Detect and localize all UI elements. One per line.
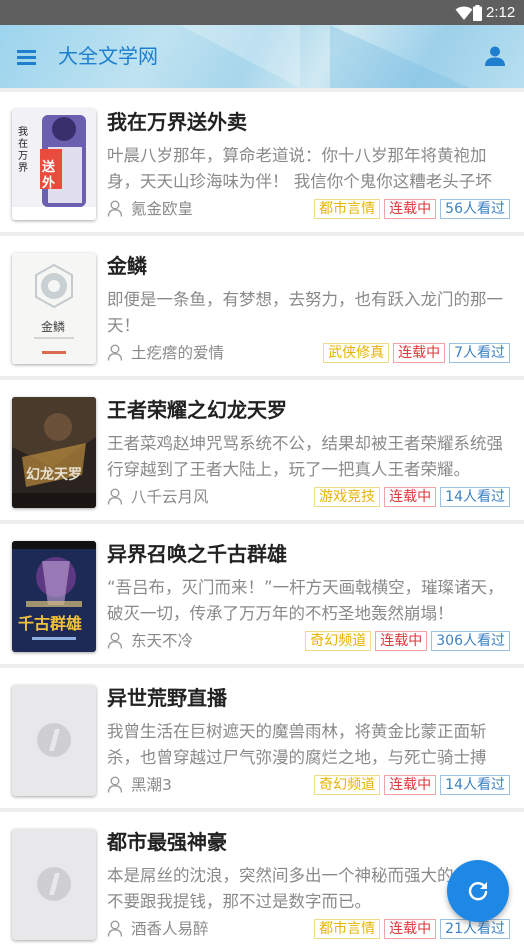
status-tag: 连载中	[393, 343, 446, 363]
svg-text:金鳞: 金鳞	[41, 319, 65, 334]
author-name: 东天不冷	[131, 632, 194, 650]
placeholder-icon	[37, 723, 71, 757]
status-time: 2:12	[486, 4, 516, 21]
book-card[interactable]: 幻龙天罗 王者荣耀之幻龙天罗 王者菜鸡赵坤咒骂系统不公，结果却被王者荣耀系统强行…	[0, 380, 524, 520]
readers-tag: 306人看过	[431, 631, 510, 651]
book-card[interactable]: 我 在 万 界 送 外 我在万界送外卖 叶晨八岁那年，算命老道说：你十八岁那年将…	[0, 92, 524, 232]
book-author: 氪金欧皇	[107, 199, 193, 219]
app-title: 大全文学网	[58, 44, 158, 68]
book-cover-art: 幻龙天罗	[12, 397, 96, 508]
book-title: 都市最强神豪	[107, 830, 227, 854]
person-icon	[107, 776, 123, 793]
book-cover-art: 我 在 万 界 送 外	[12, 109, 96, 220]
status-tag: 连载中	[375, 631, 428, 651]
category-tag: 都市言情	[314, 199, 381, 219]
book-title: 王者荣耀之幻龙天罗	[107, 398, 287, 422]
battery-icon	[473, 5, 482, 21]
category-tag: 奇幻频道	[314, 775, 381, 795]
readers-tag: 14人看过	[440, 487, 510, 507]
user-icon[interactable]	[484, 45, 506, 67]
book-author: 黑潮3	[107, 775, 172, 795]
category-tag: 游戏竞技	[314, 487, 381, 507]
svg-text:千古群雄: 千古群雄	[18, 614, 82, 633]
refresh-button[interactable]	[447, 860, 509, 922]
book-tags: 都市言情 连载中 56人看过	[314, 199, 510, 219]
person-icon	[107, 488, 123, 505]
author-name: 黑潮3	[131, 776, 172, 794]
book-cover-placeholder	[12, 829, 96, 940]
svg-text:送: 送	[41, 159, 56, 175]
status-tag: 连载中	[384, 919, 437, 939]
wifi-icon	[455, 6, 473, 20]
person-icon	[107, 632, 123, 649]
status-bar: 2:12	[0, 0, 524, 25]
book-card[interactable]: 金鳞 金鳞 即便是一条鱼，有梦想，去努力，也有跃入龙门的那一天！ 土疙瘩的爱情 …	[0, 236, 524, 376]
svg-text:我: 我	[18, 126, 28, 138]
readers-tag: 14人看过	[440, 775, 510, 795]
placeholder-icon	[37, 867, 71, 901]
readers-tag: 7人看过	[449, 343, 510, 363]
book-author: 八千云月风	[107, 487, 209, 507]
book-description: 王者菜鸡赵坤咒骂系统不公，结果却被王者荣耀系统强行穿越到了王者大陆上，玩了一把真…	[107, 434, 503, 479]
book-tags: 奇幻频道 连载中 14人看过	[314, 775, 510, 795]
app-bar: 大全文学网	[0, 25, 524, 88]
book-title: 异世荒野直播	[107, 686, 227, 710]
book-card[interactable]: 都市最强神豪 本是屌丝的沈浪，突然间多出一个神秘而强大的父亲。不要跟我提钱，那不…	[0, 812, 524, 952]
book-tags: 游戏竞技 连载中 14人看过	[314, 487, 510, 507]
book-card[interactable]: 异世荒野直播 我曾生活在巨树遮天的魔兽雨林，将黄金比蒙正面斩杀，也曾穿越过尸气弥…	[0, 668, 524, 808]
book-cover: 金鳞	[12, 253, 96, 364]
person-icon	[107, 344, 123, 361]
book-title: 金鳞	[107, 254, 147, 278]
book-description: “吾吕布，灭门而来！”一杆方天画戟横空，璀璨诸天，破灭一切，传承了万万年的不朽圣…	[107, 578, 504, 623]
book-card[interactable]: 千古群雄 异界召唤之千古群雄 “吾吕布，灭门而来！”一杆方天画戟横空，璀璨诸天，…	[0, 524, 524, 664]
book-cover-placeholder	[12, 685, 96, 796]
status-tag: 连载中	[384, 775, 437, 795]
status-tag: 连载中	[384, 199, 437, 219]
book-cover-art: 千古群雄	[12, 541, 96, 652]
refresh-icon	[468, 882, 488, 901]
menu-icon[interactable]	[14, 44, 40, 70]
svg-text:外: 外	[41, 175, 55, 191]
book-description: 即便是一条鱼，有梦想，去努力，也有跃入龙门的那一天！	[107, 290, 503, 335]
person-icon	[107, 920, 123, 937]
status-tag: 连载中	[384, 487, 437, 507]
readers-tag: 56人看过	[440, 199, 510, 219]
book-cover-art: 金鳞	[12, 253, 96, 364]
readers-tag: 21人看过	[440, 919, 510, 939]
category-tag: 都市言情	[314, 919, 381, 939]
book-description: 我曾生活在巨树遮天的魔兽雨林，将黄金比蒙正面斩杀，也曾穿越过尸气弥漫的腐烂之地，…	[107, 722, 487, 767]
book-author: 酒香人易醉	[107, 919, 209, 939]
book-tags: 奇幻频道 连载中 306人看过	[305, 631, 510, 651]
author-name: 酒香人易醉	[131, 920, 209, 938]
person-icon	[107, 200, 123, 217]
svg-text:万: 万	[18, 151, 28, 162]
svg-text:幻龙天罗: 幻龙天罗	[26, 466, 82, 483]
book-cover: 我 在 万 界 送 外	[12, 109, 96, 220]
author-name: 土疙瘩的爱情	[131, 344, 225, 362]
book-author: 东天不冷	[107, 631, 193, 651]
book-author: 土疙瘩的爱情	[107, 343, 224, 363]
author-name: 氪金欧皇	[131, 200, 194, 218]
category-tag: 奇幻频道	[305, 631, 372, 651]
book-title: 异界召唤之千古群雄	[107, 542, 287, 566]
author-name: 八千云月风	[131, 488, 209, 506]
book-title: 我在万界送外卖	[107, 110, 247, 134]
svg-text:在: 在	[18, 138, 28, 150]
book-cover: 幻龙天罗	[12, 397, 96, 508]
book-cover: 千古群雄	[12, 541, 96, 652]
book-description: 叶晨八岁那年，算命老道说：你十八岁那年将黄袍加身，天天山珍海味为伴！ 我信你个鬼…	[107, 146, 492, 191]
book-tags: 武侠修真 连载中 7人看过	[323, 343, 510, 363]
svg-text:界: 界	[18, 162, 28, 174]
category-tag: 武侠修真	[323, 343, 390, 363]
book-tags: 都市言情 连载中 21人看过	[314, 919, 510, 939]
